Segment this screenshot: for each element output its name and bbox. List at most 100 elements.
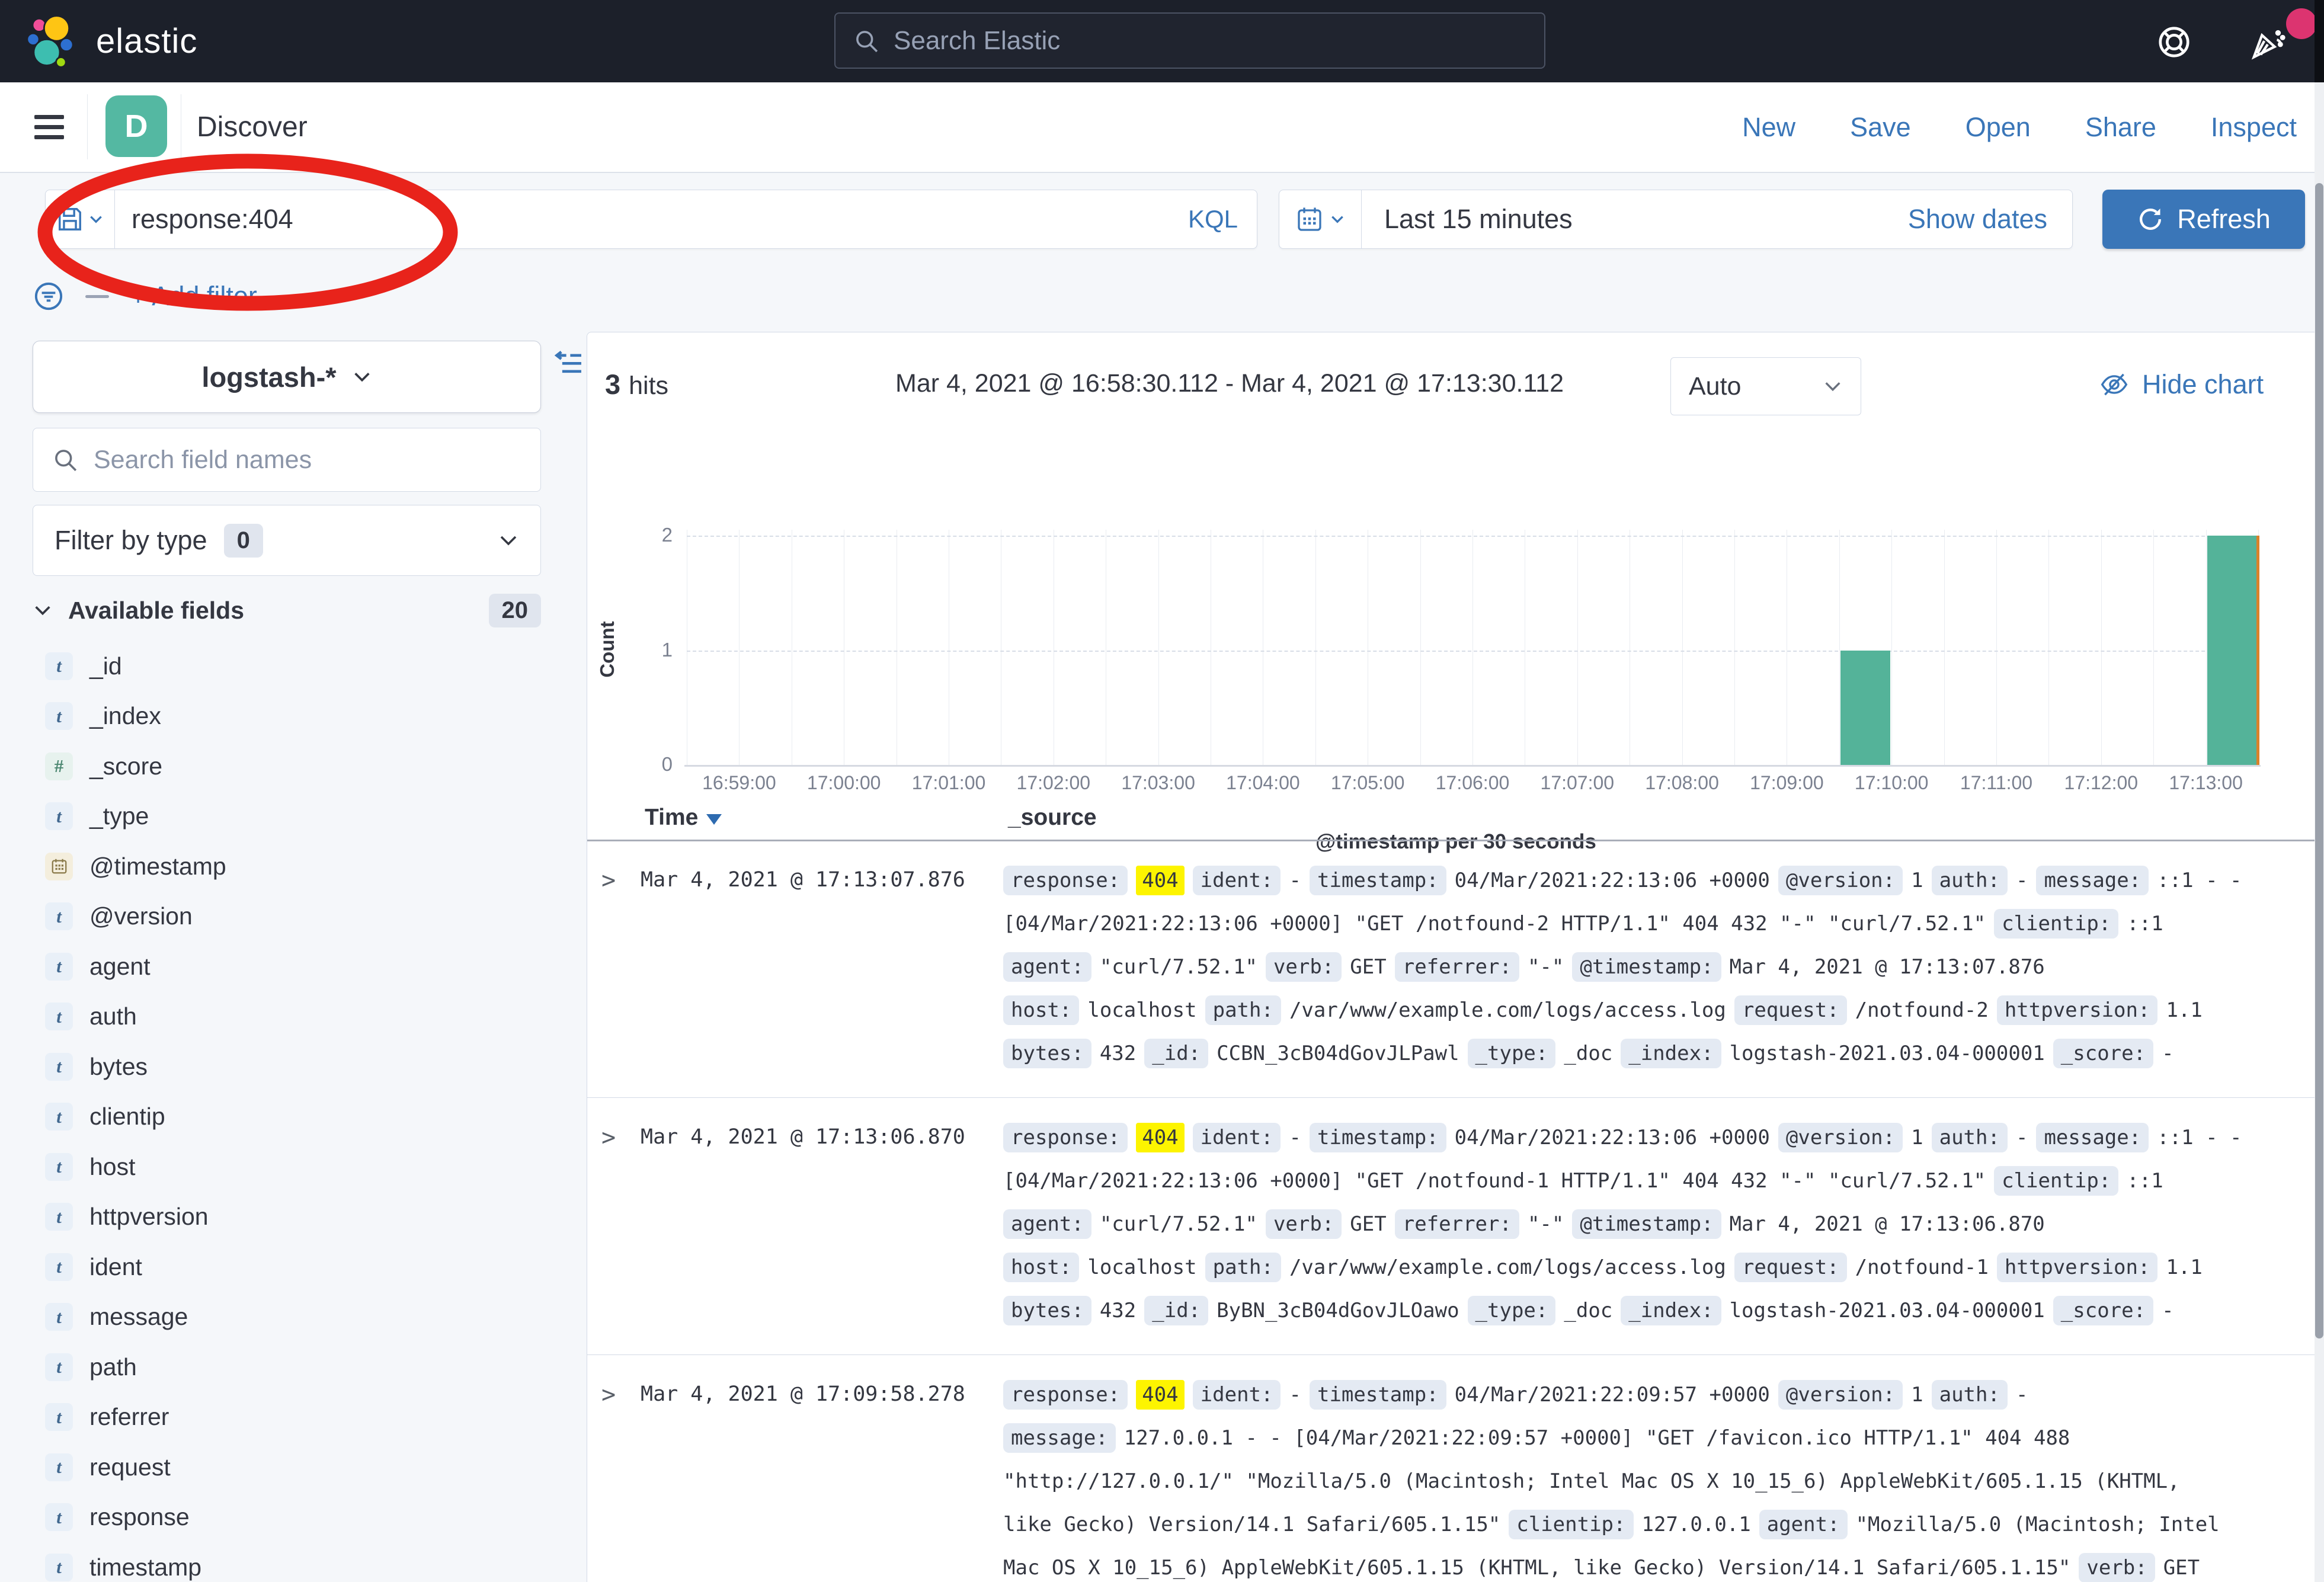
text-field-icon: t [45, 953, 73, 981]
hits-label: hits [629, 372, 668, 401]
source-field-badge: host: [1003, 1253, 1079, 1282]
field-name: ident [89, 1253, 142, 1281]
field-item-agent[interactable]: tagent [45, 941, 578, 992]
field-item-auth[interactable]: tauth [45, 992, 578, 1042]
gridline-vertical [1996, 530, 1997, 765]
field-item-version[interactable]: t@version [45, 892, 578, 942]
interval-select[interactable]: Auto [1670, 357, 1861, 415]
gridline-horizontal [687, 651, 2258, 652]
source-value: GET [1350, 1212, 1386, 1236]
source-field-badge: agent: [1759, 1510, 1848, 1539]
field-item-referrer[interactable]: treferrer [45, 1392, 578, 1443]
histogram-chart: Count @timestamp per 30 seconds 01216:59… [587, 415, 2324, 783]
action-inspect[interactable]: Inspect [2211, 112, 2297, 143]
collapse-sidebar-icon[interactable] [552, 348, 584, 380]
source-line: [04/Mar/2021:22:13:06 +0000] "GET /notfo… [1003, 902, 2315, 945]
histogram-bar[interactable] [2207, 536, 2257, 765]
scrollbar-top-segment[interactable] [2315, 0, 2324, 82]
field-item-message[interactable]: tmessage [45, 1292, 578, 1343]
source-value: /var/www/example.com/logs/access.log [1289, 998, 1726, 1022]
expand-row-icon[interactable]: > [601, 1373, 641, 1582]
interval-value: Auto [1689, 372, 1741, 401]
row-source: response:404ident:-timestamp:04/Mar/2021… [1003, 859, 2315, 1075]
action-open[interactable]: Open [1966, 112, 2031, 143]
histogram-bar[interactable] [1840, 651, 1890, 766]
sort-descending-icon [706, 814, 722, 825]
global-search-input[interactable]: Search Elastic [834, 12, 1545, 69]
source-value: ::1 - - [2157, 869, 2242, 892]
field-item-timestamp[interactable]: @timestamp [45, 841, 578, 892]
field-item-request[interactable]: trequest [45, 1442, 578, 1493]
field-item-id[interactable]: t_id [45, 641, 578, 691]
show-dates-button[interactable]: Show dates [1908, 204, 2072, 235]
source-value: localhost [1087, 1256, 1196, 1279]
field-name: host [89, 1153, 136, 1181]
field-item-path[interactable]: tpath [45, 1342, 578, 1392]
time-range-button[interactable]: Last 15 minutes [1362, 204, 1908, 235]
text-field-icon: t [45, 1453, 73, 1481]
source-field-badge: referrer: [1395, 952, 1519, 982]
source-line: host:localhostpath:/var/www/example.com/… [1003, 988, 2315, 1032]
field-item-type[interactable]: t_type [45, 792, 578, 842]
expand-row-icon[interactable]: > [601, 1116, 641, 1332]
discover-app-badge[interactable]: D [105, 95, 167, 157]
row-time: Mar 4, 2021 @ 17:09:58.278 [641, 1373, 1003, 1582]
text-field-icon: t [45, 1103, 73, 1131]
source-field-badge: host: [1003, 995, 1079, 1025]
filter-icon[interactable] [33, 281, 64, 312]
text-field-icon: t [45, 1053, 73, 1081]
gridline-vertical [1734, 530, 1735, 765]
action-save[interactable]: Save [1850, 112, 1911, 143]
x-axis-tick: 17:08:00 [1635, 772, 1730, 794]
filter-by-type-dropdown[interactable]: Filter by type 0 [33, 505, 541, 576]
field-name: auth [89, 1003, 137, 1030]
hide-chart-button[interactable]: Hide chart [2099, 369, 2264, 400]
index-pattern-label: logstash-* [201, 361, 336, 393]
source-value: 04/Mar/2021:22:13:06 +0000 [1455, 869, 1770, 892]
field-item-host[interactable]: thost [45, 1142, 578, 1192]
field-item-timestamp[interactable]: ttimestamp [45, 1542, 578, 1582]
field-search-input[interactable]: Search field names [33, 428, 541, 492]
source-value: 04/Mar/2021:22:09:57 +0000 [1455, 1383, 1770, 1407]
source-value: - [2016, 1126, 2028, 1149]
gridline-vertical [1577, 530, 1578, 765]
available-fields-header[interactable]: Available fields 20 [33, 590, 541, 631]
add-filter-button[interactable]: + Add filter [130, 281, 257, 312]
query-input[interactable]: response:404 [115, 204, 1188, 235]
field-item-ident[interactable]: tident [45, 1242, 578, 1292]
help-icon[interactable] [2156, 24, 2192, 60]
action-new[interactable]: New [1742, 112, 1795, 143]
field-item-score[interactable]: #_score [45, 741, 578, 792]
field-item-httpversion[interactable]: thttpversion [45, 1192, 578, 1242]
date-quick-menu[interactable] [1279, 190, 1362, 248]
query-bar[interactable]: response:404 KQL [45, 190, 1257, 249]
field-item-clientip[interactable]: tclientip [45, 1092, 578, 1142]
time-column-header[interactable]: Time [645, 805, 722, 831]
menu-icon[interactable] [34, 115, 64, 139]
field-name: _index [89, 702, 161, 730]
date-field-icon [45, 853, 73, 880]
x-axis-tick: 17:04:00 [1215, 772, 1310, 794]
source-highlight: 404 [1136, 866, 1184, 895]
newsfeed-icon[interactable] [2249, 25, 2286, 62]
field-item-bytes[interactable]: tbytes [45, 1042, 578, 1092]
expand-row-icon[interactable]: > [601, 859, 641, 1075]
field-item-response[interactable]: tresponse [45, 1493, 578, 1543]
source-field-badge: ident: [1193, 1123, 1281, 1152]
index-pattern-selector[interactable]: logstash-* [33, 341, 541, 413]
table-row: >Mar 4, 2021 @ 17:09:58.278response:404i… [587, 1355, 2315, 1582]
text-field-icon: t [45, 1153, 73, 1181]
source-value: ::1 - - [2157, 1126, 2242, 1149]
refresh-button[interactable]: Refresh [2102, 190, 2305, 249]
query-language-button[interactable]: KQL [1188, 205, 1257, 233]
x-axis-tick: 16:59:00 [692, 772, 786, 794]
scrollbar-track[interactable] [2315, 82, 2324, 1582]
source-field-badge: response: [1003, 1380, 1128, 1410]
gridline-vertical [739, 530, 740, 765]
scrollbar-thumb[interactable] [2315, 183, 2323, 1338]
source-field-badge: _type: [1468, 1296, 1556, 1325]
action-share[interactable]: Share [2085, 112, 2156, 143]
page-title: Discover [197, 82, 308, 172]
field-item-index[interactable]: t_index [45, 691, 578, 742]
saved-query-menu[interactable] [46, 190, 115, 248]
